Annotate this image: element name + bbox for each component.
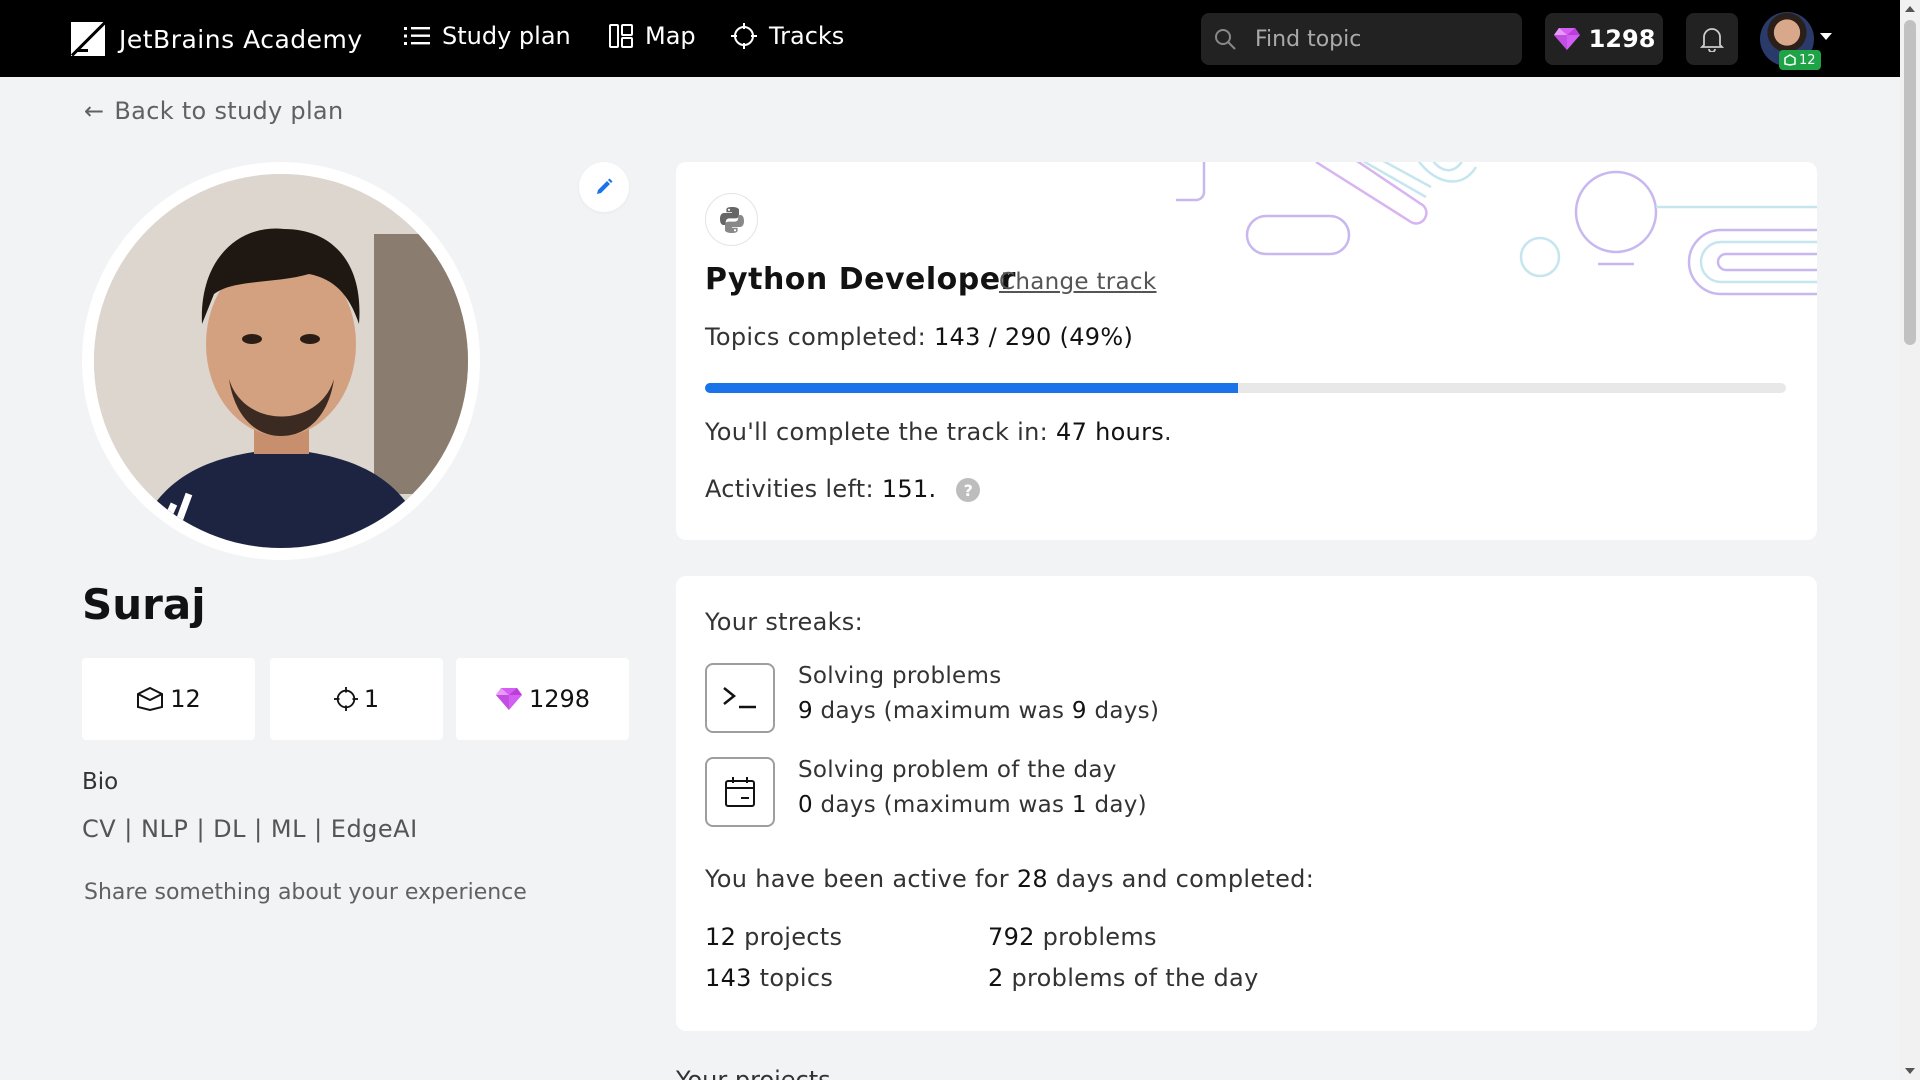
active-days-summary: You have been active for 28 days and com… bbox=[705, 865, 1315, 893]
problems-of-day-total: 2 problems of the day bbox=[988, 964, 1259, 992]
bio-text[interactable]: CV | NLP | DL | ML | EdgeAI bbox=[82, 815, 418, 843]
edit-profile-button[interactable] bbox=[579, 162, 629, 212]
profile-photo-image bbox=[94, 174, 468, 548]
problems-total: 792 problems bbox=[988, 923, 1157, 951]
brand-name: JetBrains Academy bbox=[119, 24, 363, 54]
search-input[interactable] bbox=[1255, 26, 1505, 52]
completion-estimate: You'll complete the track in: 47 hours. bbox=[705, 418, 1172, 446]
search-icon bbox=[1215, 29, 1236, 50]
python-logo-icon bbox=[705, 193, 758, 246]
back-link-label: Back to study plan bbox=[114, 97, 344, 125]
streak-solving-problems-value: 9 days (maximum was 9 days) bbox=[798, 698, 1160, 724]
streaks-card: Your streaks: Solving problems 9 days (m… bbox=[676, 576, 1817, 1031]
gems-counter[interactable]: 1298 bbox=[1545, 13, 1663, 65]
scroll-up-arrow[interactable] bbox=[1905, 6, 1915, 12]
topics-completed-value: 143 / 290 (49%) bbox=[933, 323, 1134, 351]
streak-problem-of-day-value: 0 days (maximum was 1 day) bbox=[798, 792, 1147, 818]
your-projects-heading: Your projects bbox=[676, 1066, 831, 1080]
completion-estimate-value: 47 hours bbox=[1056, 418, 1165, 446]
tracks-stat[interactable]: 1 bbox=[270, 658, 443, 740]
topics-completed: Topics completed: 143 / 290 (49%) bbox=[705, 323, 1134, 351]
crosshair-icon bbox=[731, 23, 757, 49]
nav-map-label: Map bbox=[645, 22, 696, 50]
track-card: Python Developer Change track Topics com… bbox=[676, 162, 1817, 540]
track-title: Python Developer bbox=[705, 262, 1016, 297]
nav-tracks-label: Tracks bbox=[769, 22, 845, 50]
notifications-button[interactable] bbox=[1686, 13, 1738, 65]
nav-study-plan-label: Study plan bbox=[442, 22, 571, 50]
gem-icon bbox=[1553, 28, 1580, 50]
streak-problem-of-day-name: Solving problem of the day bbox=[798, 757, 1117, 783]
project-icon bbox=[137, 686, 164, 712]
bell-icon bbox=[1700, 28, 1724, 52]
page-scrollbar[interactable] bbox=[1900, 0, 1920, 1080]
pencil-icon bbox=[597, 178, 613, 194]
change-track-link[interactable]: Change track bbox=[999, 269, 1157, 295]
tracks-stat-value: 1 bbox=[363, 685, 380, 713]
track-progress-bar bbox=[705, 383, 1786, 393]
gems-stat[interactable]: 1298 bbox=[456, 658, 629, 740]
map-icon bbox=[609, 24, 633, 48]
share-experience-prompt[interactable]: Share something about your experience bbox=[84, 880, 527, 905]
chevron-down-icon[interactable] bbox=[1820, 33, 1832, 40]
gems-stat-value: 1298 bbox=[528, 685, 591, 713]
jetbrains-logo-icon bbox=[71, 22, 105, 56]
bio-label: Bio bbox=[82, 769, 119, 795]
search-box[interactable] bbox=[1201, 13, 1522, 65]
nav-map[interactable]: Map bbox=[609, 22, 696, 50]
streaks-title: Your streaks: bbox=[705, 608, 863, 636]
decorative-pattern bbox=[1176, 162, 1817, 296]
arrow-left-icon: ← bbox=[84, 97, 105, 125]
profile-photo bbox=[82, 162, 480, 560]
track-icon bbox=[333, 687, 358, 711]
avatar-projects-badge: 12 bbox=[1779, 50, 1821, 70]
terminal-icon bbox=[705, 663, 775, 733]
calendar-icon bbox=[705, 757, 775, 827]
projects-stat-value: 12 bbox=[170, 685, 201, 713]
gem-icon bbox=[495, 688, 522, 710]
topics-total: 143 topics bbox=[705, 964, 834, 992]
brand-logo[interactable]: JetBrains Academy bbox=[71, 22, 363, 56]
streak-solving-problems-name: Solving problems bbox=[798, 663, 1002, 689]
profile-name: Suraj bbox=[82, 580, 206, 629]
projects-stat[interactable]: 12 bbox=[82, 658, 255, 740]
activities-left-value: 151. bbox=[881, 475, 937, 503]
back-to-study-plan-link[interactable]: ← Back to study plan bbox=[84, 97, 343, 125]
top-navigation-bar: JetBrains Academy Study plan Map Tracks … bbox=[0, 0, 1900, 77]
nav-study-plan[interactable]: Study plan bbox=[404, 22, 571, 50]
gems-count: 1298 bbox=[1588, 25, 1656, 53]
activities-left: Activities left: 151. ? bbox=[705, 475, 981, 503]
track-progress-fill bbox=[705, 383, 1238, 393]
nav-tracks[interactable]: Tracks bbox=[731, 22, 844, 50]
scrollbar-thumb[interactable] bbox=[1904, 20, 1916, 345]
projects-total: 12 projects bbox=[705, 923, 843, 951]
scroll-down-arrow[interactable] bbox=[1905, 1068, 1915, 1074]
project-icon bbox=[1784, 54, 1796, 66]
help-icon[interactable]: ? bbox=[956, 478, 981, 502]
list-icon bbox=[404, 27, 430, 45]
